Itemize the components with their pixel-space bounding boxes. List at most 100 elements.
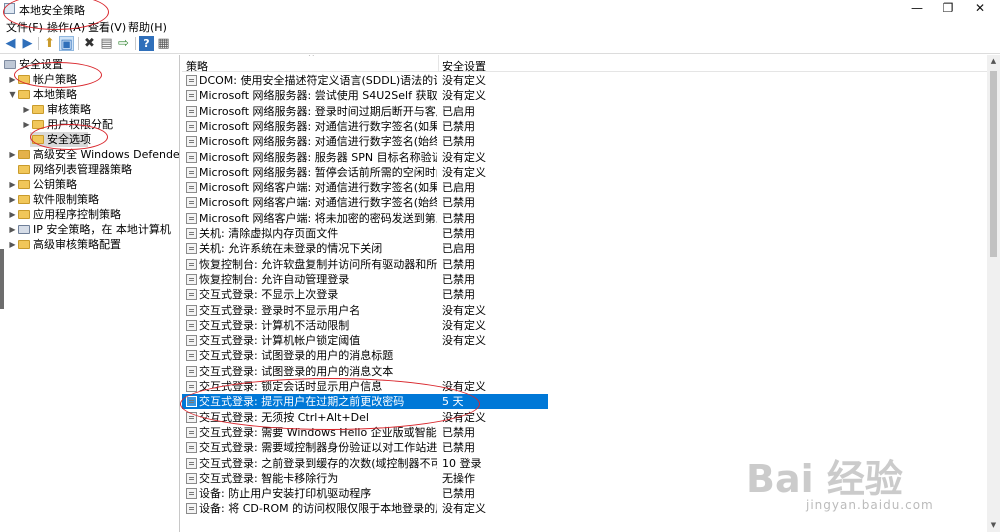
back-icon[interactable]: ◀ [3,36,18,51]
minimize-button[interactable]: — [903,0,931,18]
tree-item-advanced-audit[interactable]: ▶ 高级审核策略配置 [0,237,179,252]
table-row[interactable]: Microsoft 网络客户端: 对通信进行数字签名(如果服务器允... 已启用 [182,180,548,195]
folder-icon [18,195,30,204]
table-row[interactable]: 交互式登录: 不显示上次登录 已禁用 [182,287,548,302]
collapse-arrow-icon[interactable]: ▼ [8,87,17,102]
policy-icon [186,182,197,194]
table-row[interactable]: 交互式登录: 登录时不显示用户名 没有定义 [182,303,548,318]
up-folder-icon[interactable]: ⬆ [42,36,57,51]
security-setting-value: 已禁用 [442,119,475,133]
table-row[interactable]: Microsoft 网络客户端: 对通信进行数字签名(始终) 已禁用 [182,195,548,210]
expand-arrow-icon[interactable]: ▶ [22,102,31,117]
policy-icon [186,411,197,423]
tree-item-audit-policy[interactable]: ▶ 审核策略 [0,102,179,117]
table-row[interactable]: Microsoft 网络客户端: 将未加密的密码发送到第三方 SMB... 已禁用 [182,211,548,226]
tree-item-local-policy[interactable]: ▼ 本地策略 [0,87,179,102]
column-header-setting[interactable]: 安全设置 [442,58,486,74]
tree-root[interactable]: 安全设置 [0,57,179,72]
policy-name: 交互式登录: 智能卡移除行为 [199,471,339,485]
table-row[interactable]: Microsoft 网络服务器: 对通信进行数字签名(如果客户端允... 已禁用 [182,119,548,134]
menu-view[interactable]: 查看(V) [88,19,126,35]
mmc-icon[interactable]: ▦ [156,36,171,51]
policy-icon [186,426,197,438]
expand-arrow-icon[interactable]: ▶ [8,237,17,252]
table-row[interactable]: Microsoft 网络服务器: 登录时间过期后断开与客户端的连接已启用 [182,104,548,119]
expand-arrow-icon[interactable]: ▶ [8,207,17,222]
tree-item-label: 网络列表管理器策略 [33,163,132,176]
tree-item-security-options[interactable]: 安全选项 [30,132,91,147]
menu-file[interactable]: 文件(F) [6,19,43,35]
expand-arrow-icon[interactable]: ▶ [8,72,17,87]
toolbar-separator [135,37,136,50]
table-row[interactable]: 交互式登录: 需要域控制器身份验证以对工作站进行解锁已禁用 [182,440,548,455]
column-divider[interactable] [438,55,439,72]
table-row[interactable]: 交互式登录: 智能卡移除行为 无操作 [182,471,548,486]
table-row[interactable]: 交互式登录: 试图登录的用户的消息文本 [182,364,548,379]
table-row[interactable]: 交互式登录: 之前登录到缓存的次数(域控制器不可用时) 10 登录 [182,456,548,471]
policy-icon [186,243,197,255]
tree-item-label: 安全选项 [47,133,91,146]
tree-item-account-policy[interactable]: ▶ 帐户策略 [0,72,179,87]
table-row[interactable]: Microsoft 网络服务器: 尝试使用 S4U2Self 获取声明信息没有定… [182,88,548,103]
policy-icon [186,396,197,408]
properties-icon[interactable]: ▤ [99,36,114,51]
table-row[interactable]: 设备: 将 CD-ROM 的访问权限仅限于本地登录的用户 没有定义 [182,501,548,516]
table-row[interactable]: 交互式登录: 计算机帐户锁定阈值 没有定义 [182,333,548,348]
policy-icon [186,273,197,285]
policy-name: Microsoft 网络客户端: 将未加密的密码发送到第三方 SMB... [199,211,437,225]
scroll-down-icon[interactable]: ▼ [987,519,1000,532]
table-row[interactable]: 关机: 清除虚拟内存页面文件 已禁用 [182,226,548,241]
table-row[interactable]: 恢复控制台: 允许软盘复制并访问所有驱动器和所有文件夹已禁用 [182,257,548,272]
tree-item-ip-security[interactable]: ▶ IP 安全策略，在 本地计算机 [0,222,179,237]
close-button[interactable]: ✕ [966,0,994,18]
tree-scroll-marker[interactable] [0,249,4,309]
table-row[interactable]: 交互式登录: 无须按 Ctrl+Alt+Del 没有定义 [182,410,548,425]
expand-arrow-icon[interactable]: ▶ [8,192,17,207]
table-row[interactable]: 交互式登录: 试图登录的用户的消息标题 [182,348,548,363]
tree-item-app-control[interactable]: ▶ 应用程序控制策略 [0,207,179,222]
policy-icon [186,472,197,484]
table-row[interactable]: 交互式登录: 计算机不活动限制 没有定义 [182,318,548,333]
table-row[interactable]: 设备: 防止用户安装打印机驱动程序 已禁用 [182,486,548,501]
menu-action[interactable]: 操作(A) [47,19,85,35]
table-row[interactable]: Microsoft 网络服务器: 对通信进行数字签名(始终) 已禁用 [182,134,548,149]
export-list-icon[interactable]: ⇨ [116,36,131,51]
expand-arrow-icon[interactable]: ▶ [8,177,17,192]
tree-item-software-restriction[interactable]: ▶ 软件限制策略 [0,192,179,207]
tree-item-network-list[interactable]: 网络列表管理器策略 [0,162,179,177]
policy-name: 恢复控制台: 允许自动管理登录 [199,272,350,286]
security-setting-value: 没有定义 [442,303,486,317]
folder-icon [32,120,44,129]
menu-help[interactable]: 帮助(H) [128,19,167,35]
table-row[interactable]: Microsoft 网络服务器: 暂停会话前所需的空闲时间数量没有定义 [182,165,548,180]
scroll-thumb[interactable] [990,71,997,257]
policy-name: 交互式登录: 提示用户在过期之前更改密码 [199,395,405,409]
tree-item-windows-defender[interactable]: ▶ 高级安全 Windows Defender 防火墙 [0,147,180,162]
table-row[interactable]: Microsoft 网络服务器: 服务器 SPN 目标名称验证级别没有定义 [182,150,548,165]
table-row[interactable]: 恢复控制台: 允许自动管理登录 已禁用 [182,272,548,287]
maximize-button[interactable]: ❐ [934,0,962,18]
show-hide-tree-icon[interactable]: ▣ [59,36,74,52]
expand-arrow-icon[interactable]: ▶ [8,147,17,162]
column-header-policy[interactable]: 策略 [186,58,208,74]
delete-icon[interactable]: ✖ [82,36,97,51]
security-setting-value: 10 登录 [442,456,482,470]
table-row[interactable]: DCOM: 使用安全描述符定义语言(SDDL)语法的计算机启动... 没有定义 [182,73,548,88]
expand-arrow-icon[interactable]: ▶ [22,117,31,132]
tree-item-label: 高级安全 Windows Defender 防火墙 [33,148,180,161]
help-icon[interactable]: ? [139,36,154,51]
table-row[interactable]: 交互式登录: 锁定会话时显示用户信息 没有定义 [182,379,548,394]
expand-arrow-icon[interactable]: ▶ [8,222,17,237]
table-row[interactable]: 交互式登录: 提示用户在过期之前更改密码 5 天 [182,394,548,410]
tree-item-user-rights[interactable]: ▶ 用户权限分配 [0,117,179,132]
tree-item-public-key[interactable]: ▶ 公钥策略 [0,177,179,192]
vertical-scrollbar[interactable]: ▲ ▼ [987,55,1000,532]
forward-icon[interactable]: ▶ [20,36,35,51]
table-row[interactable]: 关机: 允许系统在未登录的情况下关闭 已启用 [182,241,548,256]
scroll-up-icon[interactable]: ▲ [987,55,1000,68]
toolbar-separator [78,37,79,50]
security-setting-value: 没有定义 [442,380,486,393]
table-row[interactable]: 交互式登录: 需要 Windows Hello 企业版或智能卡 已禁用 [182,425,548,440]
folder-icon [18,90,30,99]
policy-name: 交互式登录: 需要域控制器身份验证以对工作站进行解锁 [199,441,437,455]
